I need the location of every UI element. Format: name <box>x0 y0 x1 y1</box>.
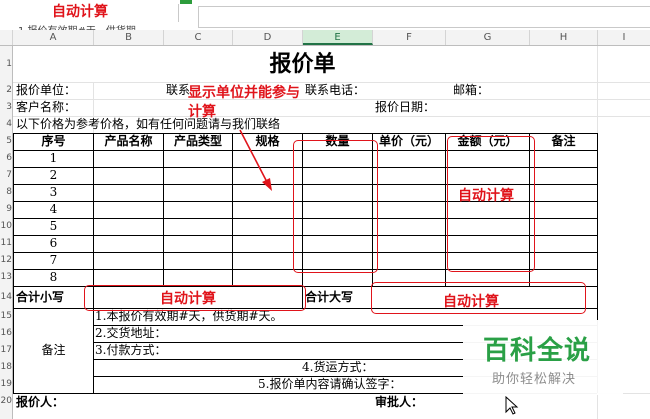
quantity-highlight-box <box>293 140 378 273</box>
annotation-auto-calc-lower: 自动计算 <box>160 291 216 307</box>
watermark-title: 百科全说 <box>483 336 592 366</box>
watermark-subtitle: 助你轻松解决 <box>492 372 577 387</box>
annotation-auto-calc-amount: 自动计算 <box>458 188 514 204</box>
arrow-line <box>239 129 269 185</box>
annotation-auto-calc-upper: 自动计算 <box>443 294 499 310</box>
mouse-cursor-icon <box>505 396 519 415</box>
arrow-head <box>262 178 272 191</box>
